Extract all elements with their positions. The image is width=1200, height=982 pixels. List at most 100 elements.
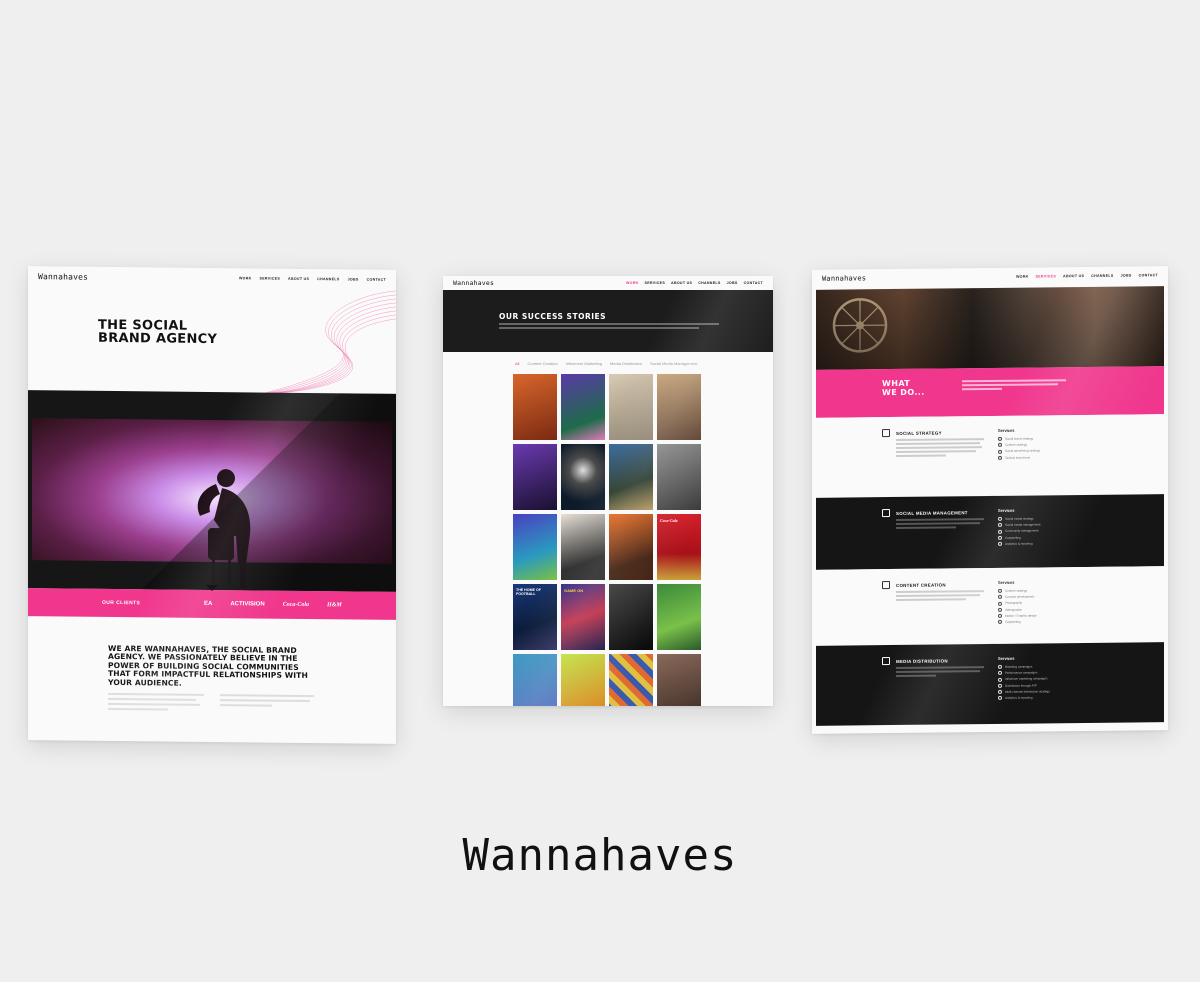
- case-tile[interactable]: [513, 654, 557, 706]
- case-tile[interactable]: [561, 374, 605, 440]
- case-tile[interactable]: [657, 584, 701, 650]
- case-tile[interactable]: [657, 444, 701, 510]
- bullet-icon: [998, 664, 1002, 670]
- nav-link-about[interactable]: ABOUT US: [288, 277, 309, 281]
- bullet-icon: [998, 588, 1002, 594]
- case-tile[interactable]: [561, 654, 605, 706]
- case-tile[interactable]: [609, 444, 653, 510]
- services-heading: Services: [998, 427, 1015, 433]
- case-tile[interactable]: [657, 374, 701, 440]
- pink-wave-graphic: [266, 290, 396, 393]
- site-logo[interactable]: Wannahaves: [822, 274, 866, 282]
- scroll-down-arrow-icon[interactable]: [206, 584, 218, 592]
- service-list: Social media strategy Social media manag…: [998, 515, 1041, 546]
- case-tile[interactable]: [513, 514, 557, 580]
- services-heading: Services: [998, 579, 1015, 585]
- site-nav: Wannahaves WORK SERVICES ABOUT US CHANNE…: [28, 266, 396, 290]
- list-item: Copywriting: [998, 619, 1037, 626]
- bullet-icon: [998, 607, 1002, 612]
- case-tile[interactable]: THE HOME OF FOOTBALL: [513, 584, 557, 650]
- about-headline: WE ARE WANNAHAVES, THE SOCIAL BRAND AGEN…: [108, 643, 308, 688]
- nav-link-channels[interactable]: CHANNELS: [317, 277, 339, 281]
- what-we-do-banner: WHAT WE DO...: [816, 366, 1164, 418]
- bullet-icon: [998, 619, 1002, 625]
- nav-link-contact[interactable]: CONTACT: [1139, 273, 1158, 277]
- service-block-social-strategy: SOCIAL STRATEGY Services Social brand st…: [816, 414, 1164, 501]
- site-logo[interactable]: Wannahaves: [38, 272, 88, 282]
- nav-link-jobs[interactable]: JOBS: [727, 281, 738, 285]
- nav-link-work[interactable]: WORK: [626, 281, 639, 285]
- nav-link-about[interactable]: ABOUT US: [1063, 274, 1084, 278]
- case-tile[interactable]: [561, 444, 605, 510]
- bullet-icon: [998, 443, 1002, 448]
- bullet-icon: [998, 436, 1002, 442]
- service-title: SOCIAL STRATEGY: [896, 430, 942, 436]
- image-icon: [882, 581, 890, 590]
- filter-tabs: All Content Creation Influencer Marketin…: [515, 361, 697, 366]
- case-tile[interactable]: [657, 654, 701, 706]
- bullet-icon: [998, 683, 1002, 688]
- filter-social-media-management[interactable]: Social Media Management: [650, 361, 697, 366]
- nav-link-work[interactable]: WORK: [1016, 275, 1029, 279]
- nav-link-services[interactable]: SERVICES: [260, 276, 281, 280]
- nav-link-channels[interactable]: CHANNELS: [1091, 274, 1113, 278]
- coca-cola-tile-label: Coca-Cola: [660, 518, 678, 523]
- filter-content-creation[interactable]: Content Creation: [527, 361, 557, 366]
- site-nav: Wannahaves WORK SERVICES ABOUT US CHANNE…: [812, 266, 1168, 288]
- case-tile[interactable]: [609, 514, 653, 580]
- strategy-icon: [882, 429, 890, 438]
- filter-media-distribution[interactable]: Media Distribution: [610, 361, 642, 366]
- service-description: [896, 518, 988, 529]
- hero-title-line2: BRAND AGENCY: [98, 330, 218, 348]
- nav-links: WORK SERVICES ABOUT US CHANNELS JOBS CON…: [239, 276, 386, 282]
- what-we-do-text: [962, 379, 1072, 390]
- brand-wordmark: Wannahaves: [0, 830, 1200, 887]
- bullet-icon: [998, 449, 1002, 454]
- site-logo[interactable]: Wannahaves: [453, 279, 494, 287]
- nav-links: WORK SERVICES ABOUT US CHANNELS JOBS CON…: [1016, 273, 1158, 278]
- bullet-icon: [998, 535, 1002, 540]
- case-tile[interactable]: [609, 374, 653, 440]
- nav-link-contact[interactable]: CONTACT: [744, 281, 763, 285]
- bullet-icon: [998, 671, 1002, 676]
- nav-link-work[interactable]: WORK: [239, 276, 252, 280]
- case-tile[interactable]: [609, 654, 653, 706]
- service-title: MEDIA DISTRIBUTION: [896, 658, 948, 664]
- nav-link-channels[interactable]: CHANNELS: [698, 281, 720, 285]
- case-tile[interactable]: GAME ON: [561, 584, 605, 650]
- filter-all[interactable]: All: [515, 361, 519, 366]
- what-title-line2: WE DO...: [882, 387, 925, 398]
- client-logo-ea: EA: [204, 600, 213, 608]
- film-set-photo: [816, 286, 1164, 370]
- case-tile[interactable]: [513, 374, 557, 440]
- filter-influencer-marketing[interactable]: Influencer Marketing: [566, 361, 602, 366]
- list-item: Analytics & reporting: [998, 540, 1041, 547]
- distribution-icon: [882, 657, 890, 666]
- site-nav: Wannahaves WORK SERVICES ABOUT US CHANNE…: [443, 276, 773, 290]
- nav-link-contact[interactable]: CONTACT: [367, 278, 386, 282]
- case-tile[interactable]: [513, 444, 557, 510]
- service-description: [896, 590, 988, 601]
- case-tile[interactable]: Coca-Cola: [657, 514, 701, 580]
- bullet-icon: [998, 695, 1002, 701]
- network-icon: [882, 509, 890, 518]
- case-tile[interactable]: [609, 584, 653, 650]
- services-heading: Services: [998, 507, 1015, 513]
- service-block-content-creation: CONTENT CREATION Services Content strate…: [816, 566, 1164, 649]
- service-block-media-distribution: MEDIA DISTRIBUTION Services Branding cam…: [816, 642, 1164, 726]
- bullet-icon: [998, 523, 1002, 528]
- case-tile[interactable]: [561, 514, 605, 580]
- about-text-col-2: [220, 694, 320, 707]
- service-list: Social brand strategy Content strategy S…: [998, 435, 1040, 460]
- nav-link-jobs[interactable]: JOBS: [348, 277, 359, 281]
- client-logo-activision: ACTIVISION: [230, 601, 265, 608]
- service-block-social-media-management: SOCIAL MEDIA MANAGEMENT Services Social …: [816, 494, 1164, 570]
- bullet-icon: [998, 455, 1002, 460]
- hero-video[interactable]: [28, 390, 396, 592]
- nav-link-services[interactable]: SERVICES: [1036, 274, 1057, 278]
- client-logo-hm: H&M: [327, 602, 342, 609]
- nav-link-services[interactable]: SERVICES: [645, 281, 666, 285]
- nav-link-jobs[interactable]: JOBS: [1121, 274, 1132, 278]
- clients-label: OUR CLIENTS: [102, 599, 141, 607]
- nav-link-about[interactable]: ABOUT US: [671, 281, 692, 285]
